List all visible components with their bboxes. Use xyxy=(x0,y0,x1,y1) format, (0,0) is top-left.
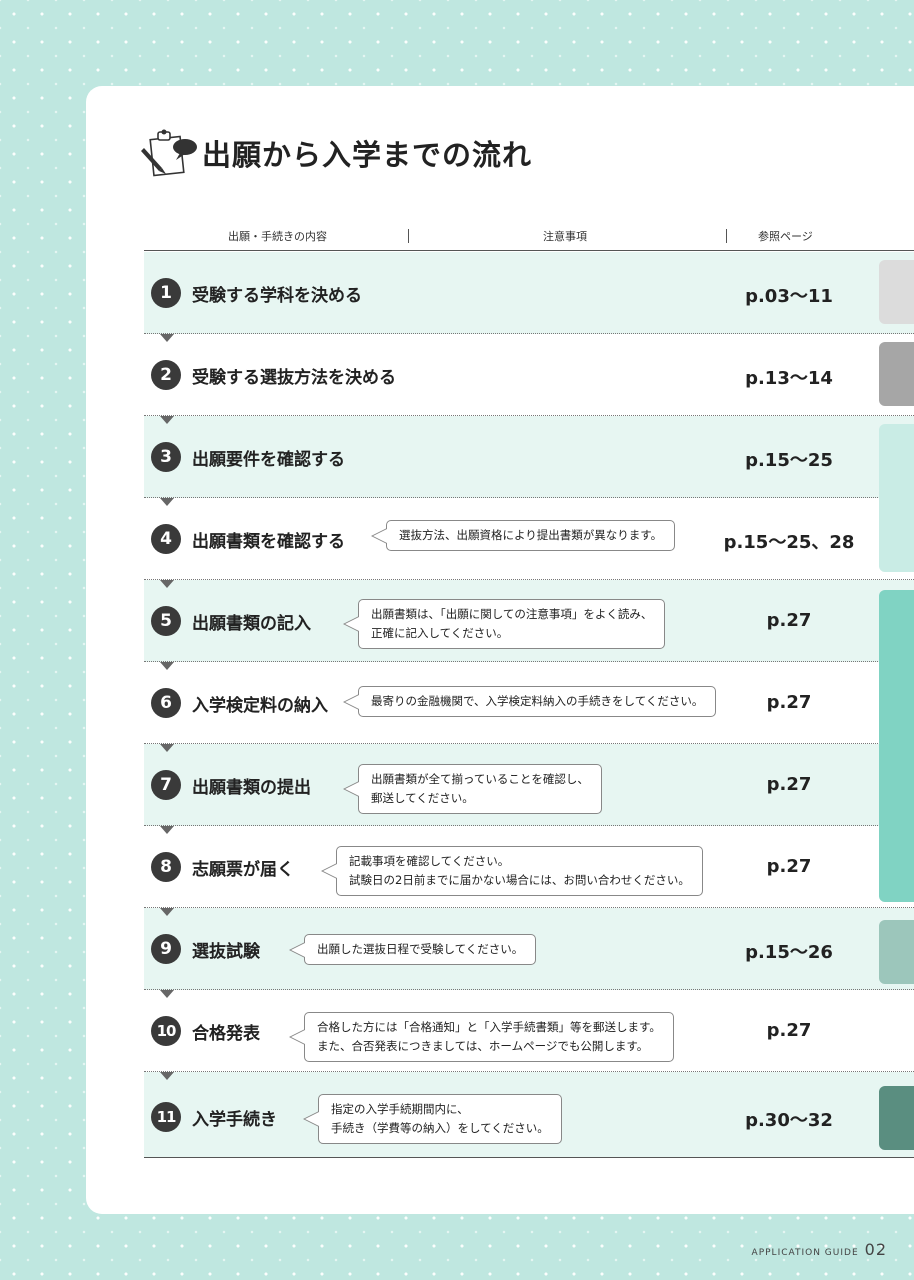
note-callout: 合格した方には「合格通知」と「入学手続書類」等を郵送します。 また、合否発表につ… xyxy=(289,1012,674,1062)
step-row-7: 7 出願書類の提出 出願書類が全て揃っていることを確認し、 郵送してください。 … xyxy=(144,744,914,834)
note-text: 最寄りの金融機関で、入学検定料納入の手続きをしてください。 xyxy=(371,694,704,708)
reference-page: p.27 xyxy=(766,610,812,631)
note-text: 出願した選抜日程で受験してください。 xyxy=(317,942,524,956)
header-content: 出願・手続きの内容 xyxy=(228,230,327,243)
reference-page: p.27 xyxy=(766,774,812,795)
row-divider xyxy=(144,1157,914,1158)
header-divider xyxy=(408,229,409,243)
section-tab-1 xyxy=(879,260,914,324)
step-number: 4 xyxy=(151,524,181,554)
reference-page: p.15〜25、28 xyxy=(723,532,855,553)
step-number: 10 xyxy=(151,1016,181,1046)
step-number: 5 xyxy=(151,606,181,636)
step-number: 11 xyxy=(151,1102,181,1132)
note-callout: 出願書類が全て揃っていることを確認し、 郵送してください。 xyxy=(343,764,602,814)
step-label: 受験する学科を決める xyxy=(192,286,362,306)
reference-page: p.27 xyxy=(766,856,812,877)
reference-page: p.03〜11 xyxy=(745,286,833,307)
step-row-5: 5 出願書類の記入 出願書類は、「出願に関しての注意事項」をよく読み、 正確に記… xyxy=(144,580,914,670)
title-area: 出願から入学までの流れ xyxy=(140,126,532,180)
note-text: 正確に記入してください。 xyxy=(371,626,509,640)
step-number: 2 xyxy=(151,360,181,390)
page-number: 02 xyxy=(864,1240,887,1259)
step-row-1: 1 受験する学科を決める p.03〜11 xyxy=(144,252,914,342)
note-text: 郵送してください。 xyxy=(371,791,474,805)
step-label: 入学手続き xyxy=(192,1110,277,1130)
step-row-4: 4 出願書類を確認する 選抜方法、出願資格により提出書類が異なります。 p.15… xyxy=(144,498,914,588)
step-row-10: 10 合格発表 合格した方には「合格通知」と「入学手続書類」等を郵送します。 ま… xyxy=(144,990,914,1080)
step-label: 出願書類の記入 xyxy=(192,614,311,634)
reference-page: p.15〜25 xyxy=(745,450,833,471)
flow-arrow-icon xyxy=(160,1072,174,1080)
step-label: 出願書類を確認する xyxy=(192,532,345,552)
step-label: 選抜試験 xyxy=(192,942,260,962)
header-page: 参照ページ xyxy=(758,230,813,243)
step-number: 9 xyxy=(151,934,181,964)
section-tab-3 xyxy=(879,424,914,572)
flow-arrow-icon xyxy=(160,662,174,670)
flow-arrow-icon xyxy=(160,908,174,916)
flow-arrow-icon xyxy=(160,498,174,506)
step-row-2: 2 受験する選抜方法を決める p.13〜14 xyxy=(144,334,914,424)
note-callout: 指定の入学手続期間内に、 手続き（学費等の納入）をしてください。 xyxy=(303,1094,562,1144)
footer-label: APPLICATION GUIDE xyxy=(751,1248,859,1258)
step-label: 受験する選抜方法を決める xyxy=(192,368,396,388)
step-label: 出願書類の提出 xyxy=(192,778,311,798)
step-row-8: 8 志願票が届く 記載事項を確認してください。 試験日の2日前までに届かない場合… xyxy=(144,826,914,916)
note-callout: 出願書類は、「出願に関しての注意事項」をよく読み、 正確に記入してください。 xyxy=(342,599,666,649)
note-text: 指定の入学手続期間内に、 xyxy=(331,1102,469,1116)
note-text: 出願書類が全て揃っていることを確認し、 xyxy=(371,772,589,786)
flow-arrow-icon xyxy=(160,580,174,588)
reference-page: p.27 xyxy=(766,692,812,713)
note-callout: 最寄りの金融機関で、入学検定料納入の手続きをしてください。 xyxy=(342,686,717,717)
table-header: 出願・手続きの内容 注意事項 参照ページ xyxy=(144,222,914,251)
note-callout: 記載事項を確認してください。 試験日の2日前までに届かない場合には、お問い合わせ… xyxy=(321,846,703,896)
step-number: 1 xyxy=(151,278,181,308)
header-notes: 注意事項 xyxy=(543,230,587,243)
step-number: 3 xyxy=(151,442,181,472)
step-number: 6 xyxy=(151,688,181,718)
note-text: 出願書類は、「出願に関しての注意事項」をよく読み、 xyxy=(371,607,653,621)
step-number: 7 xyxy=(151,770,181,800)
header-divider xyxy=(726,229,727,243)
step-row-11: 11 入学手続き 指定の入学手続期間内に、 手続き（学費等の納入）をしてください… xyxy=(144,1072,914,1158)
reference-page: p.13〜14 xyxy=(745,368,833,389)
section-tab-2 xyxy=(879,342,914,406)
note-callout: 選抜方法、出願資格により提出書類が異なります。 xyxy=(370,520,676,551)
note-text: 試験日の2日前までに届かない場合には、お問い合わせください。 xyxy=(349,873,690,887)
reference-page: p.27 xyxy=(766,1020,812,1041)
section-tab-5 xyxy=(879,920,914,984)
step-row-3: 3 出願要件を確認する p.15〜25 xyxy=(144,416,914,506)
page-footer: APPLICATION GUIDE 02 xyxy=(752,1240,887,1259)
flow-arrow-icon xyxy=(160,744,174,752)
reference-page: p.30〜32 xyxy=(745,1110,833,1131)
step-number: 8 xyxy=(151,852,181,882)
flow-arrow-icon xyxy=(160,990,174,998)
flow-arrow-icon xyxy=(160,416,174,424)
section-tab-4 xyxy=(879,590,914,902)
step-label: 入学検定料の納入 xyxy=(192,696,328,716)
note-text: また、合否発表につきましては、ホームページでも公開します。 xyxy=(317,1039,649,1053)
step-row-9: 9 選抜試験 出願した選抜日程で受験してください。 p.15〜26 xyxy=(144,908,914,998)
step-label: 出願要件を確認する xyxy=(192,450,345,470)
section-tab-6 xyxy=(879,1086,914,1150)
step-label: 合格発表 xyxy=(192,1024,260,1044)
pencil-clipboard-speech-icon xyxy=(141,129,197,177)
note-text: 選抜方法、出願資格により提出書類が異なります。 xyxy=(399,528,663,542)
step-row-6: 6 入学検定料の納入 最寄りの金融機関で、入学検定料納入の手続きをしてください。… xyxy=(144,662,914,752)
note-text: 合格した方には「合格通知」と「入学手続書類」等を郵送します。 xyxy=(317,1020,661,1034)
note-text: 手続き（学費等の納入）をしてください。 xyxy=(331,1121,549,1135)
note-text: 記載事項を確認してください。 xyxy=(349,854,510,868)
reference-page: p.15〜26 xyxy=(745,942,833,963)
step-label: 志願票が届く xyxy=(192,860,294,880)
flow-arrow-icon xyxy=(160,826,174,834)
flow-arrow-icon xyxy=(160,334,174,342)
page-title: 出願から入学までの流れ xyxy=(202,138,533,172)
note-callout: 出願した選抜日程で受験してください。 xyxy=(288,934,537,965)
